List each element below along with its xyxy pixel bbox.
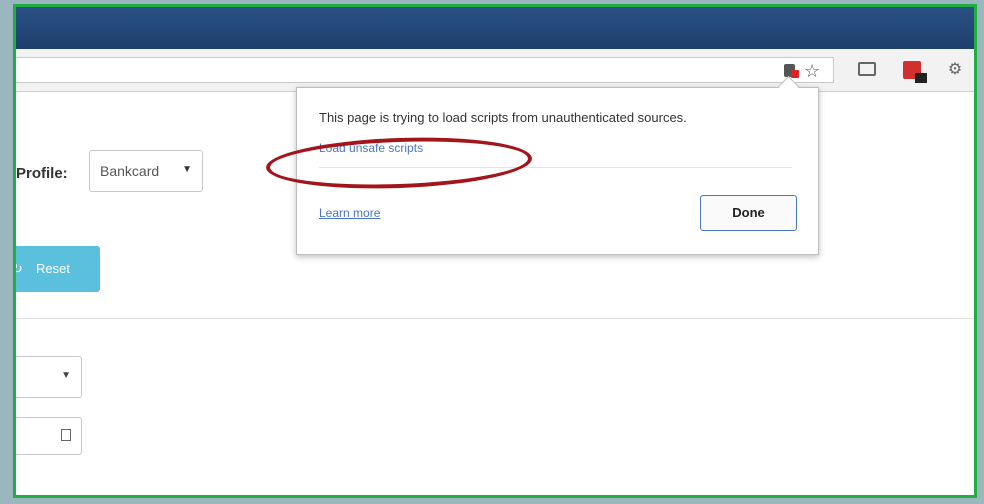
reset-button[interactable]: ↻ Reset bbox=[16, 246, 100, 292]
browser-toolbar: ☆ ⚙ bbox=[16, 49, 974, 92]
address-bar[interactable]: ☆ bbox=[16, 57, 834, 83]
bubble-message: This page is trying to load scripts from… bbox=[319, 110, 687, 125]
screenshot-frame: ☆ ⚙ Profile: Bankcard ▼ ↻ Reset ▼ This p… bbox=[13, 4, 977, 498]
learn-more-link[interactable]: Learn more bbox=[319, 206, 380, 220]
extension-red-icon[interactable] bbox=[903, 61, 927, 83]
star-icon[interactable]: ☆ bbox=[804, 62, 820, 80]
chevron-down-icon: ▼ bbox=[182, 164, 192, 175]
calendar-icon[interactable] bbox=[61, 429, 71, 441]
extension-gear-icon[interactable]: ⚙ bbox=[946, 61, 964, 79]
profile-select[interactable]: Bankcard ▼ bbox=[89, 150, 203, 192]
reset-label: Reset bbox=[36, 261, 70, 276]
profile-label: Profile: bbox=[16, 165, 68, 182]
divider bbox=[16, 318, 974, 319]
reset-icon: ↻ bbox=[13, 261, 23, 276]
done-button[interactable]: Done bbox=[700, 195, 797, 231]
date-field[interactable] bbox=[16, 417, 82, 455]
browser-titlebar bbox=[16, 7, 974, 49]
cast-icon[interactable] bbox=[858, 62, 876, 76]
profile-select-value: Bankcard bbox=[100, 163, 160, 179]
extension-badge bbox=[915, 73, 927, 83]
chevron-down-icon: ▼ bbox=[61, 370, 71, 381]
select-field[interactable]: ▼ bbox=[16, 356, 82, 398]
